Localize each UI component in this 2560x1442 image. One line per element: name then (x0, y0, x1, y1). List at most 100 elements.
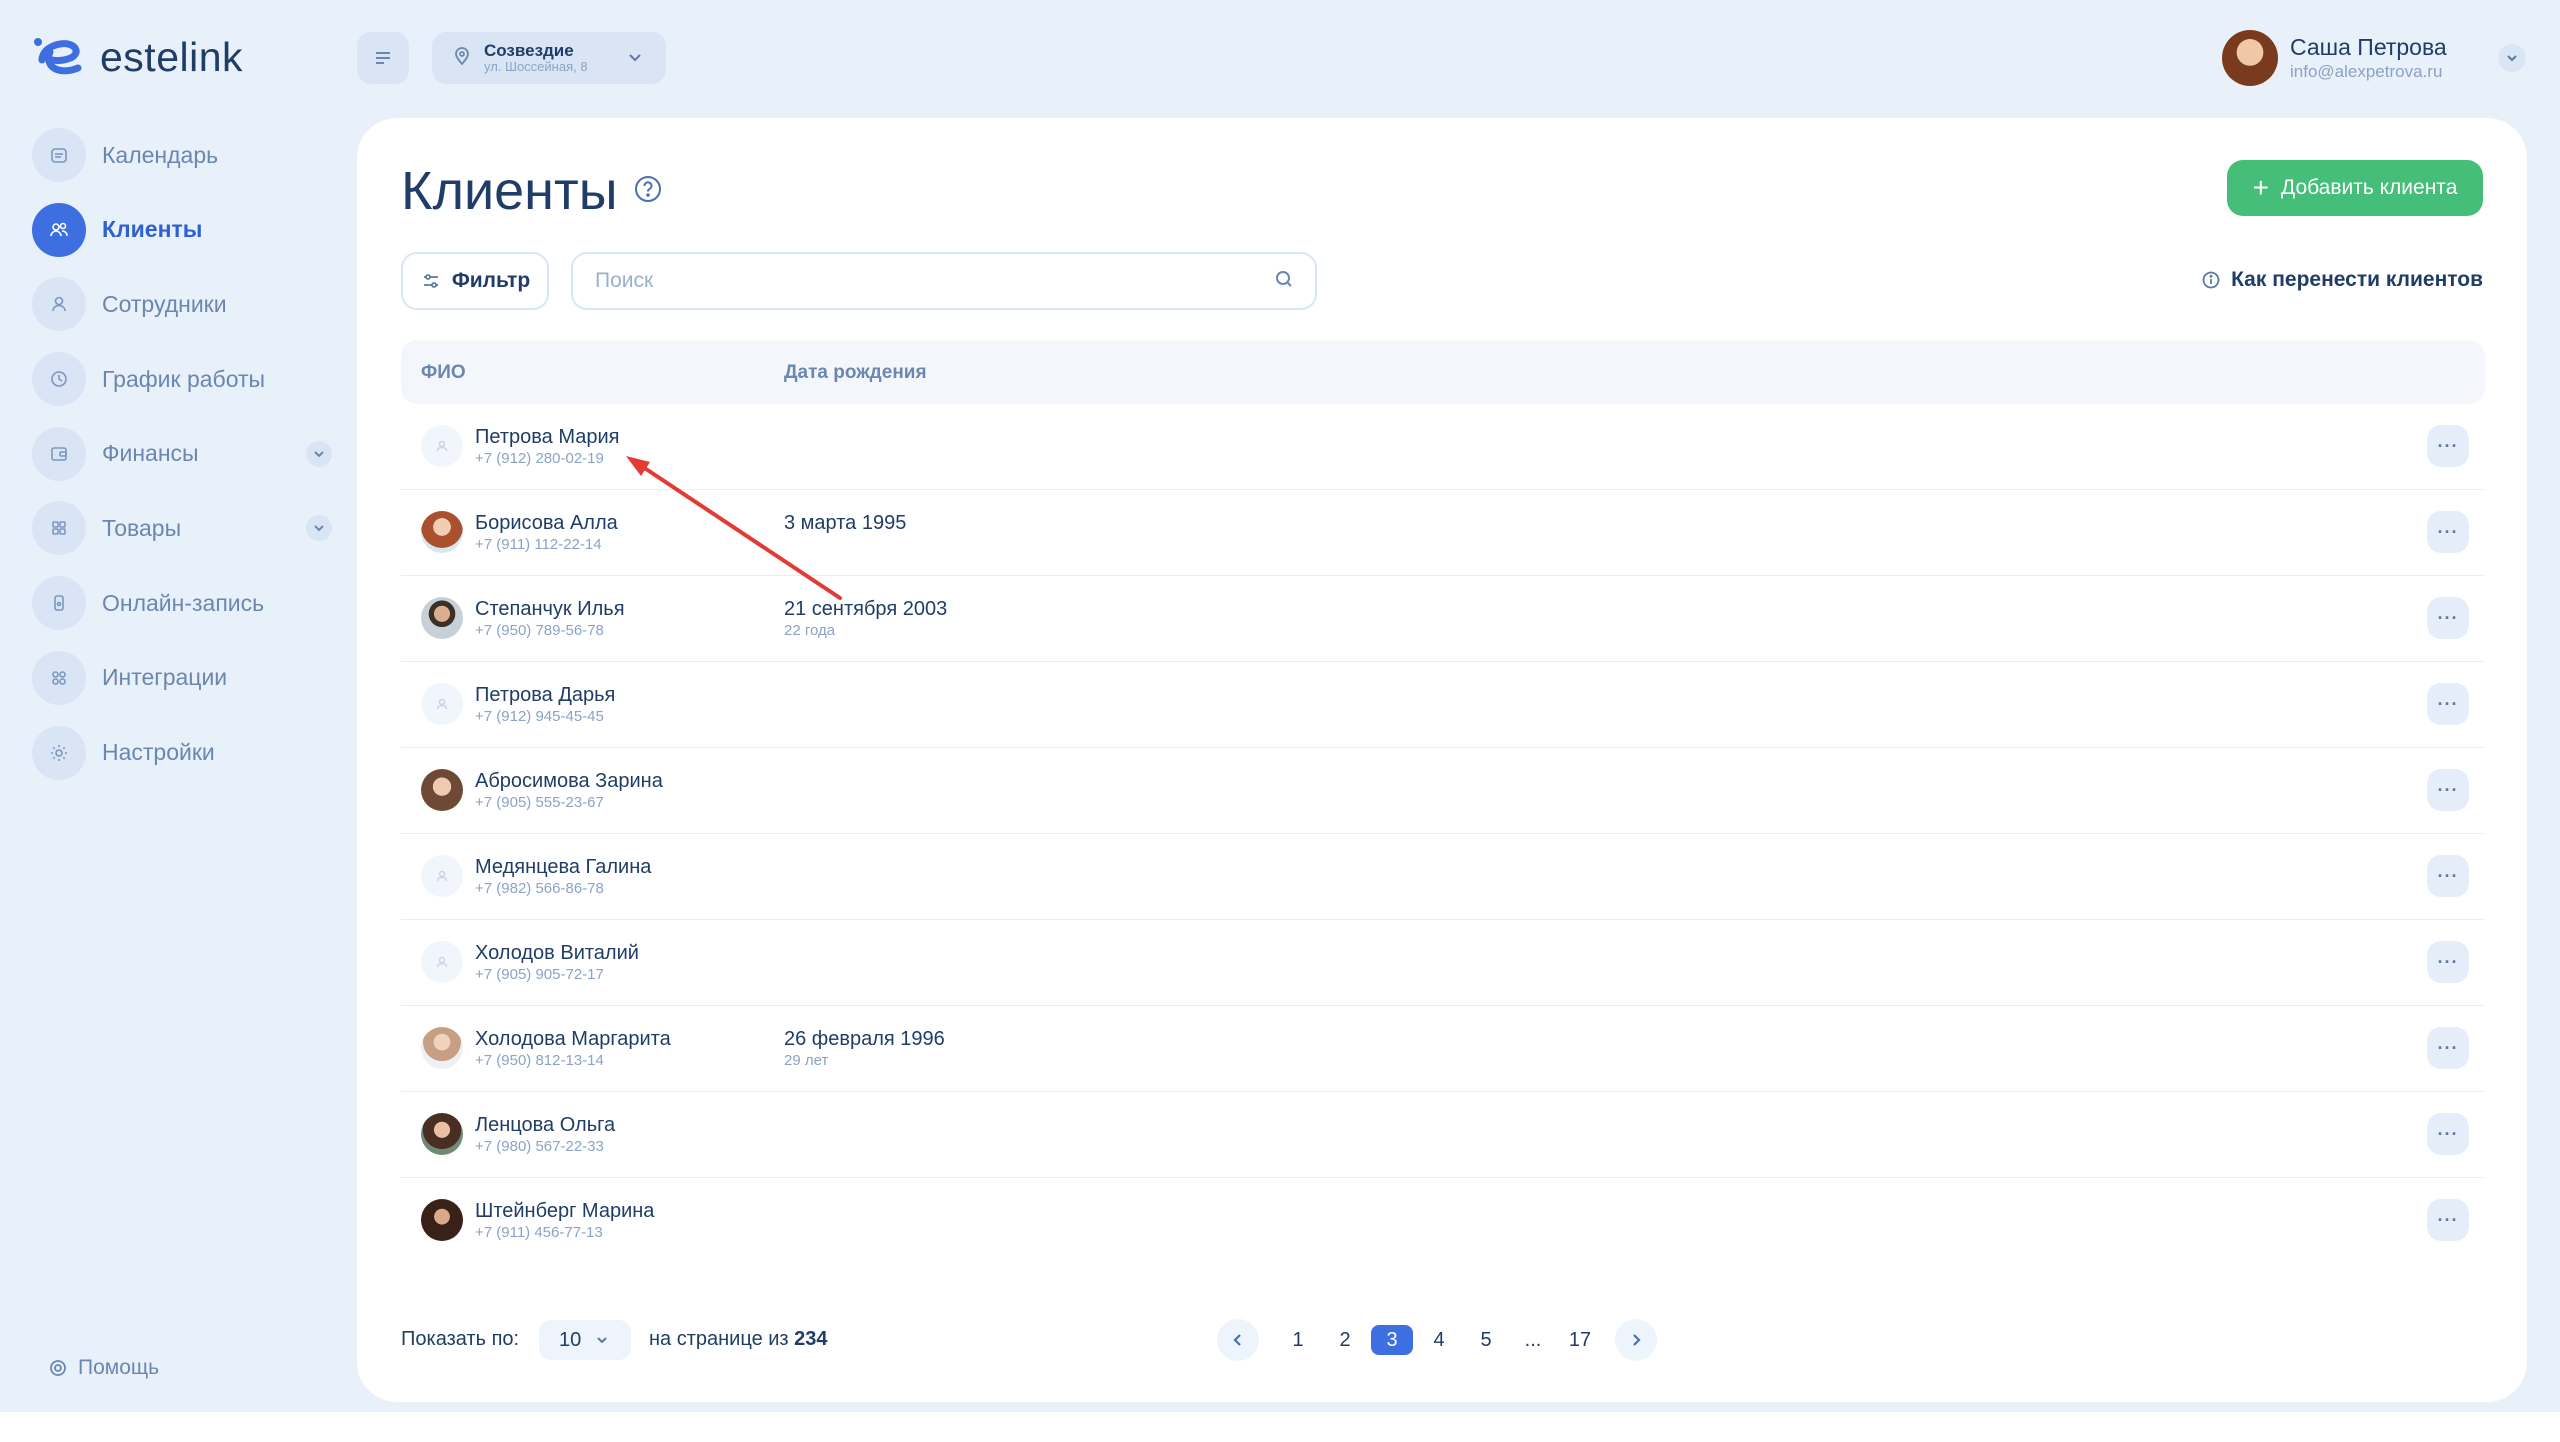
location-selector[interactable]: Созвездие ул. Шоссейная, 8 (432, 32, 666, 84)
expand-toggle[interactable] (306, 440, 332, 467)
more-actions-button[interactable]: ··· (2427, 425, 2469, 467)
logo[interactable]: estelink (32, 32, 243, 82)
client-birthdate: 3 марта 1995 (784, 512, 907, 534)
sidebar-item-label: Календарь (102, 141, 219, 168)
table-row[interactable]: Петрова Дарья +7 (912) 945-45-45 ··· (401, 662, 2485, 748)
more-actions-button[interactable]: ··· (2427, 511, 2469, 553)
more-actions-button[interactable]: ··· (2427, 941, 2469, 983)
client-phone: +7 (912) 945-45-45 (475, 708, 604, 725)
table-row[interactable]: Абросимова Зарина +7 (905) 555-23-67 ··· (401, 748, 2485, 834)
user-avatar (2222, 30, 2278, 86)
sidebar-item-settings[interactable]: Настройки (32, 725, 332, 780)
sidebar-item-calendar[interactable]: Календарь (32, 128, 332, 182)
sidebar-item-label: Онлайн-запись (102, 589, 265, 616)
sidebar-item-clients[interactable]: Клиенты (32, 202, 332, 257)
sidebar-item-finance[interactable]: Финансы (32, 426, 332, 481)
table-row[interactable]: Медянцева Галина +7 (982) 566-86-78 ··· (401, 834, 2485, 920)
client-name[interactable]: Ленцова Ольга (475, 1114, 615, 1137)
sidebar-item-online-booking[interactable]: Онлайн-запись (32, 576, 332, 631)
client-phone: +7 (950) 789-56-78 (475, 622, 604, 639)
expand-toggle[interactable] (306, 515, 332, 542)
sidebar-item-employees[interactable]: Сотрудники (32, 277, 332, 332)
table-row[interactable]: Холодова Маргарита +7 (950) 812-13-14 26… (401, 1006, 2485, 1092)
search-box (571, 252, 1317, 310)
more-actions-button[interactable]: ··· (2427, 855, 2469, 897)
per-page-select[interactable]: 10 (539, 1320, 631, 1360)
column-header-name[interactable]: ФИО (421, 362, 466, 384)
chevron-right-icon (1633, 1334, 1641, 1346)
client-name[interactable]: Медянцева Галина (475, 856, 651, 879)
page-5[interactable]: 5 (1465, 1325, 1507, 1355)
user-menu-toggle[interactable] (2498, 44, 2526, 72)
client-name[interactable]: Степанчук Илья (475, 598, 625, 621)
total-prefix: на странице из (649, 1328, 789, 1350)
table-row[interactable]: Штейнберг Марина +7 (911) 456-77-13 ··· (401, 1178, 2485, 1263)
client-name[interactable]: Борисова Алла (475, 512, 618, 535)
sidebar-item-schedule[interactable]: График работы (32, 352, 332, 407)
employee-icon (52, 297, 66, 312)
page-ellipsis: ... (1524, 1328, 1542, 1351)
per-page-label: Показать по: (401, 1328, 520, 1350)
user-profile[interactable]: Саша Петрова info@alexpetrova.ru (2222, 30, 2447, 86)
page-2[interactable]: 2 (1324, 1325, 1366, 1355)
table-row[interactable]: Ленцова Ольга +7 (980) 567-22-33 ··· (401, 1092, 2485, 1178)
search-icon[interactable] (1273, 268, 1295, 290)
table-row[interactable]: Степанчук Илья +7 (950) 789-56-78 21 сен… (401, 576, 2485, 662)
client-age: 29 лет (784, 1052, 829, 1069)
wallet-icon (51, 446, 67, 461)
avatar-placeholder (421, 425, 463, 467)
avatar-placeholder (421, 941, 463, 983)
table-row[interactable]: Петрова Мария +7 (912) 280-02-19 ··· (401, 404, 2485, 490)
next-page-button[interactable] (1615, 1319, 1657, 1361)
avatar (421, 1113, 463, 1155)
page-1[interactable]: 1 (1277, 1325, 1319, 1355)
menu-toggle-button[interactable] (357, 32, 409, 84)
more-actions-button[interactable]: ··· (2427, 1199, 2469, 1241)
menu-icon (376, 52, 390, 64)
more-actions-button[interactable]: ··· (2427, 769, 2469, 811)
chevron-down-icon (629, 54, 641, 62)
avatar (421, 597, 463, 639)
more-actions-button[interactable]: ··· (2427, 1113, 2469, 1155)
table-row[interactable]: Борисова Алла +7 (911) 112-22-14 3 марта… (401, 490, 2485, 576)
client-name[interactable]: Штейнберг Марина (475, 1200, 654, 1223)
more-actions-button[interactable]: ··· (2427, 597, 2469, 639)
more-actions-button[interactable]: ··· (2427, 683, 2469, 725)
client-phone: +7 (982) 566-86-78 (475, 880, 604, 897)
page-3-current[interactable]: 3 (1371, 1325, 1413, 1355)
table-row[interactable]: Холодов Виталий +7 (905) 905-72-17 ··· (401, 920, 2485, 1006)
location-name: Созвездие (484, 40, 574, 60)
user-email: info@alexpetrova.ru (2290, 61, 2443, 81)
help-link[interactable]: Помощь (48, 1356, 159, 1380)
boxes-icon (52, 521, 66, 536)
help-icon[interactable] (633, 174, 663, 204)
migrate-clients-link[interactable]: Как перенести клиентов (2201, 268, 2483, 292)
more-actions-button[interactable]: ··· (2427, 1027, 2469, 1069)
page-4[interactable]: 4 (1418, 1325, 1460, 1355)
column-header-birth[interactable]: Дата рождения (784, 362, 927, 384)
table-header: ФИО Дата рождения (401, 340, 2485, 404)
lifebuoy-icon (50, 1360, 66, 1376)
sidebar-item-products[interactable]: Товары (32, 501, 332, 556)
avatar (421, 511, 463, 553)
sidebar-item-label: Настройки (102, 739, 215, 765)
client-name[interactable]: Абросимова Зарина (475, 770, 663, 793)
prev-page-button[interactable] (1217, 1319, 1259, 1361)
sidebar-item-integrations[interactable]: Интеграции (32, 650, 332, 705)
chevron-down-icon (597, 1337, 607, 1344)
main-card: Клиенты + Добавить клиента Фильтр Как пе… (357, 118, 2527, 1402)
client-name[interactable]: Петрова Дарья (475, 684, 615, 707)
chevron-down-icon (314, 525, 324, 532)
search-input[interactable] (593, 268, 1273, 294)
filter-button[interactable]: Фильтр (401, 252, 549, 310)
client-birthdate: 21 сентября 2003 (784, 598, 948, 620)
client-name[interactable]: Петрова Мария (475, 426, 619, 449)
page-17[interactable]: 17 (1559, 1325, 1601, 1355)
add-client-button[interactable]: + Добавить клиента (2227, 160, 2483, 216)
chevron-down-icon (2507, 55, 2517, 62)
add-client-label: Добавить клиента (2280, 176, 2458, 199)
client-name[interactable]: Холодова Маргарита (475, 1028, 671, 1051)
client-name[interactable]: Холодов Виталий (475, 942, 639, 965)
avatar-placeholder (421, 855, 463, 897)
avatar-placeholder (421, 683, 463, 725)
